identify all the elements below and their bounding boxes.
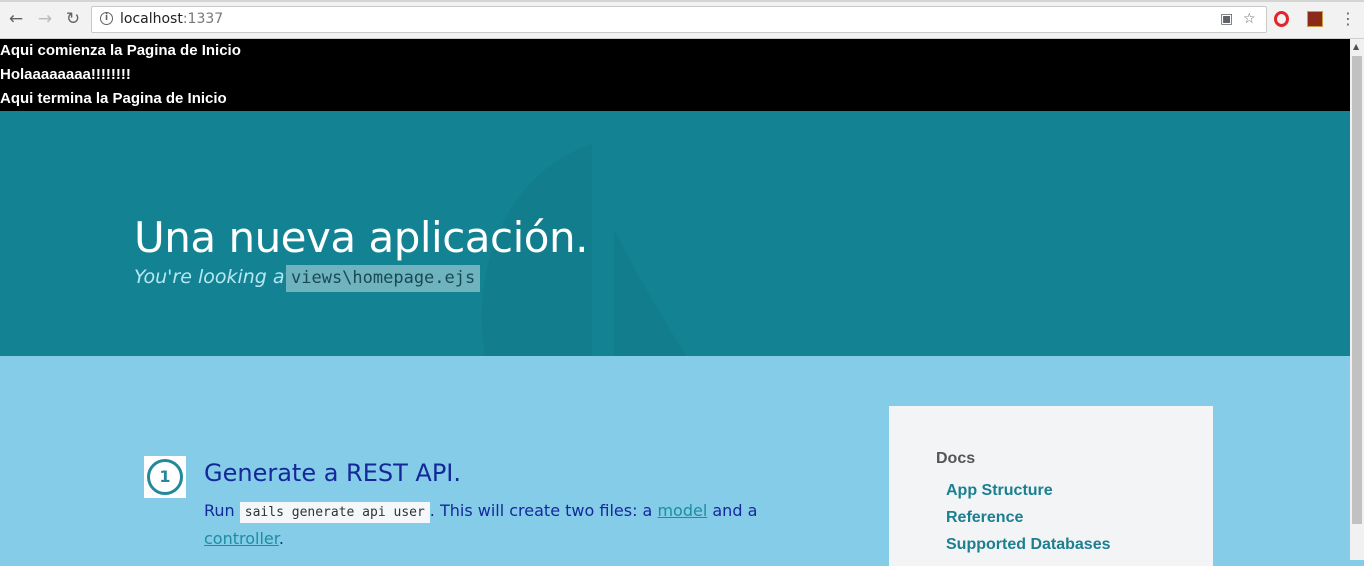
url-port: :1337 xyxy=(182,11,224,27)
page-header-bar: Aqui comienza la Pagina de Inicio Holaaa… xyxy=(0,39,1350,111)
controller-link[interactable]: controller xyxy=(204,529,279,548)
extension-icon[interactable] xyxy=(1307,11,1323,27)
docs-link-supported-databases[interactable]: Supported Databases xyxy=(946,536,1110,554)
translate-icon[interactable]: ▣ xyxy=(1220,11,1233,27)
address-bar[interactable]: i localhost:1337 ▣ ☆ xyxy=(91,6,1267,33)
forward-arrow-icon[interactable]: → xyxy=(35,9,55,29)
docs-heading: Docs xyxy=(936,450,976,467)
docs-link-reference[interactable]: Reference xyxy=(946,509,1023,527)
step-1-text-and: and a xyxy=(712,501,758,520)
hero-title: Una nueva aplicación. xyxy=(134,213,588,262)
scroll-thumb[interactable] xyxy=(1352,56,1362,524)
hero-subtitle: You're looking at: xyxy=(134,266,299,288)
header-line-start: Aqui comienza la Pagina de Inicio xyxy=(0,42,241,59)
step-1-text-end: . xyxy=(278,529,284,548)
tab-strip xyxy=(0,0,1364,2)
info-icon[interactable]: i xyxy=(100,12,113,25)
step-1-number: 1 xyxy=(147,459,183,495)
url-text[interactable]: localhost:1337 xyxy=(120,11,223,27)
header-line-greeting: Holaaaaaaaa!!!!!!!! xyxy=(0,66,131,83)
sail-right xyxy=(614,229,686,356)
back-arrow-icon[interactable]: ← xyxy=(6,9,26,29)
step-1-text-run: Run xyxy=(204,501,235,520)
url-host: localhost xyxy=(120,11,183,27)
step-1-text-create: . This will create two files: a xyxy=(429,501,653,520)
opera-extension-icon[interactable] xyxy=(1274,11,1289,27)
star-icon[interactable]: ☆ xyxy=(1243,11,1256,27)
model-link[interactable]: model xyxy=(657,501,707,520)
step-1-command: sails generate api user xyxy=(239,502,430,523)
reload-icon[interactable]: ↻ xyxy=(63,9,83,29)
step-1-title: Generate a REST API. xyxy=(204,459,462,487)
hero-file-path: views\homepage.ejs xyxy=(286,265,481,292)
docs-panel: Docs App Structure Reference Supported D… xyxy=(889,406,1213,566)
browser-toolbar: ← → ↻ i localhost:1337 ▣ ☆ ⋮ xyxy=(0,0,1364,39)
header-line-end: Aqui termina la Pagina de Inicio xyxy=(0,90,227,107)
vertical-scrollbar[interactable]: ▲ xyxy=(1350,39,1364,560)
hero-banner: Una nueva aplicación. You're looking at:… xyxy=(0,111,1350,356)
step-1-description: Run sails generate api user. This will c… xyxy=(204,498,804,552)
kebab-menu-icon[interactable]: ⋮ xyxy=(1340,9,1356,28)
scroll-up-arrow-icon[interactable]: ▲ xyxy=(1353,42,1359,51)
step-1-badge: 1 xyxy=(144,456,186,498)
docs-link-app-structure[interactable]: App Structure xyxy=(946,482,1053,500)
